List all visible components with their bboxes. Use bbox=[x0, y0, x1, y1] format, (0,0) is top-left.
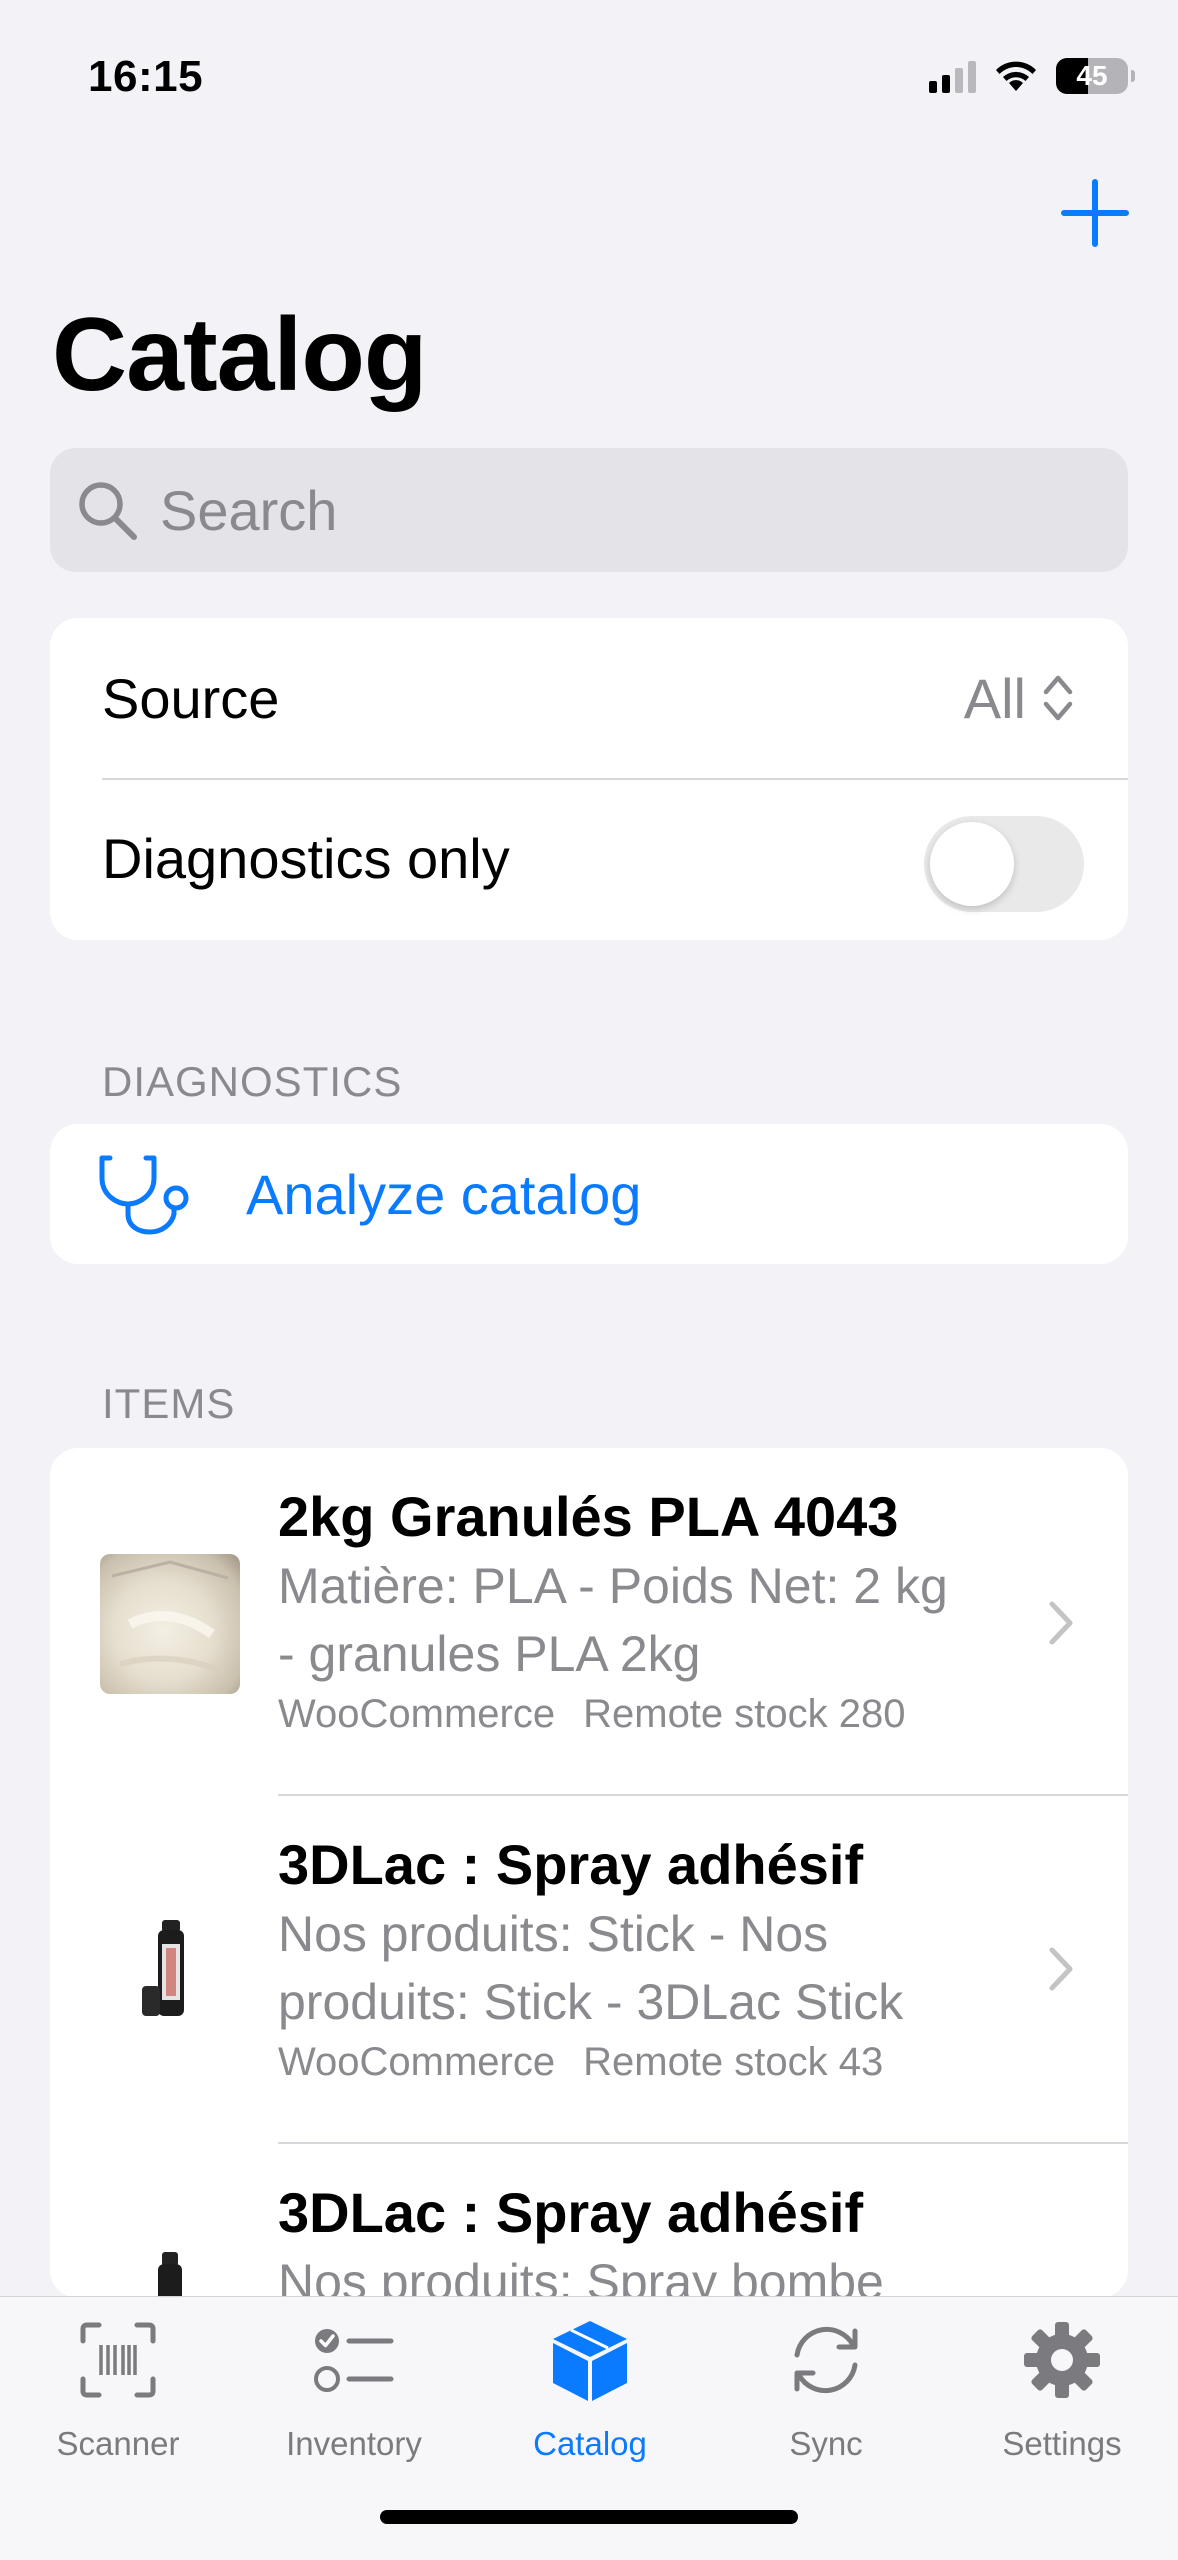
item-subtitle: - granules PLA 2kg bbox=[278, 1626, 701, 1682]
product-thumbnail bbox=[100, 1554, 240, 1694]
chevron-up-down-icon bbox=[1043, 675, 1073, 721]
tab-inventory[interactable]: Inventory bbox=[236, 2297, 472, 2487]
tab-label: Settings bbox=[1002, 2425, 1122, 2462]
product-thumbnail bbox=[100, 2248, 240, 2298]
source-row[interactable]: Source All bbox=[50, 618, 1128, 778]
items-list: 2kg Granulés PLA 4043 Matière: PLA - Poi… bbox=[50, 1448, 1128, 2298]
tab-label: Sync bbox=[789, 2425, 863, 2462]
items-section-header: ITEMS bbox=[102, 1380, 236, 1427]
status-indicators: 45 bbox=[929, 54, 1135, 98]
chevron-right-icon bbox=[1049, 1601, 1073, 1645]
tab-label: Scanner bbox=[56, 2425, 180, 2462]
home-indicator bbox=[380, 2510, 798, 2524]
tab-sync[interactable]: Sync bbox=[708, 2297, 944, 2487]
item-subtitle: Nos produits: Stick - Nos bbox=[278, 1906, 829, 1962]
source-picker[interactable]: All bbox=[964, 666, 1076, 731]
item-meta: WooCommerce Remote stock 43 bbox=[278, 2040, 1008, 2085]
list-item[interactable]: 3DLac : Spray adhésif Nos produits: Spra… bbox=[50, 2144, 1128, 2298]
cube-icon bbox=[553, 2321, 627, 2401]
sync-icon bbox=[794, 2326, 858, 2394]
battery-icon: 45 bbox=[1056, 58, 1135, 94]
filters-card: Source All Diagnostics only bbox=[50, 618, 1128, 940]
search-input[interactable] bbox=[160, 477, 1060, 543]
tab-settings[interactable]: Settings bbox=[944, 2297, 1178, 2487]
item-title: 2kg Granulés PLA 4043 bbox=[278, 1485, 899, 1548]
status-bar: 16:15 45 bbox=[0, 0, 1178, 150]
status-time: 16:15 bbox=[88, 52, 204, 101]
item-subtitle: produits: Stick - 3DLac Stick bbox=[278, 1974, 904, 2030]
item-stock: Remote stock 43 bbox=[583, 2040, 884, 2084]
page-title: Catalog bbox=[52, 297, 427, 413]
analyze-catalog-label: Analyze catalog bbox=[246, 1162, 642, 1226]
item-subtitle: Nos produits: Spray bombe bbox=[278, 2254, 884, 2298]
diagnostics-section-header: DIAGNOSTICS bbox=[102, 1058, 403, 1105]
toggle-knob bbox=[930, 822, 1014, 906]
item-source: WooCommerce bbox=[278, 2040, 556, 2084]
gear-icon bbox=[1024, 2322, 1100, 2398]
product-thumbnail bbox=[100, 1900, 240, 2040]
analyze-catalog-button[interactable]: Analyze catalog bbox=[50, 1124, 1128, 1264]
stethoscope-icon bbox=[99, 1155, 189, 1235]
tab-catalog[interactable]: Catalog bbox=[472, 2297, 708, 2487]
plus-icon[interactable] bbox=[1060, 178, 1130, 248]
list-item[interactable]: 3DLac : Spray adhésif Nos produits: Stic… bbox=[50, 1796, 1128, 2142]
diagnostics-only-row: Diagnostics only bbox=[50, 778, 1128, 938]
tab-label: Catalog bbox=[533, 2425, 647, 2462]
item-title: 3DLac : Spray adhésif bbox=[278, 1833, 864, 1896]
search-icon bbox=[79, 482, 137, 540]
wifi-icon bbox=[996, 61, 1036, 91]
tab-label: Inventory bbox=[286, 2425, 422, 2462]
list-item[interactable]: 2kg Granulés PLA 4043 Matière: PLA - Poi… bbox=[50, 1448, 1128, 1796]
item-stock: Remote stock 280 bbox=[583, 1692, 906, 1736]
tab-scanner[interactable]: Scanner bbox=[0, 2297, 236, 2487]
battery-level: 45 bbox=[1076, 60, 1108, 91]
barcode-scanner-icon bbox=[80, 2322, 156, 2398]
item-meta: WooCommerce Remote stock 280 bbox=[278, 1692, 1008, 1737]
source-label: Source bbox=[102, 666, 280, 730]
diagnostics-only-toggle[interactable] bbox=[924, 816, 1084, 912]
source-value: All bbox=[963, 666, 1026, 730]
checklist-icon bbox=[314, 2329, 394, 2392]
search-bar[interactable] bbox=[50, 448, 1128, 572]
diagnostics-only-label: Diagnostics only bbox=[102, 826, 510, 890]
cellular-signal-icon bbox=[929, 59, 976, 93]
chevron-right-icon bbox=[1049, 1947, 1073, 1991]
item-source: WooCommerce bbox=[278, 1692, 556, 1736]
item-subtitle: Matière: PLA - Poids Net: 2 kg bbox=[278, 1558, 948, 1614]
item-title: 3DLac : Spray adhésif bbox=[278, 2181, 864, 2244]
